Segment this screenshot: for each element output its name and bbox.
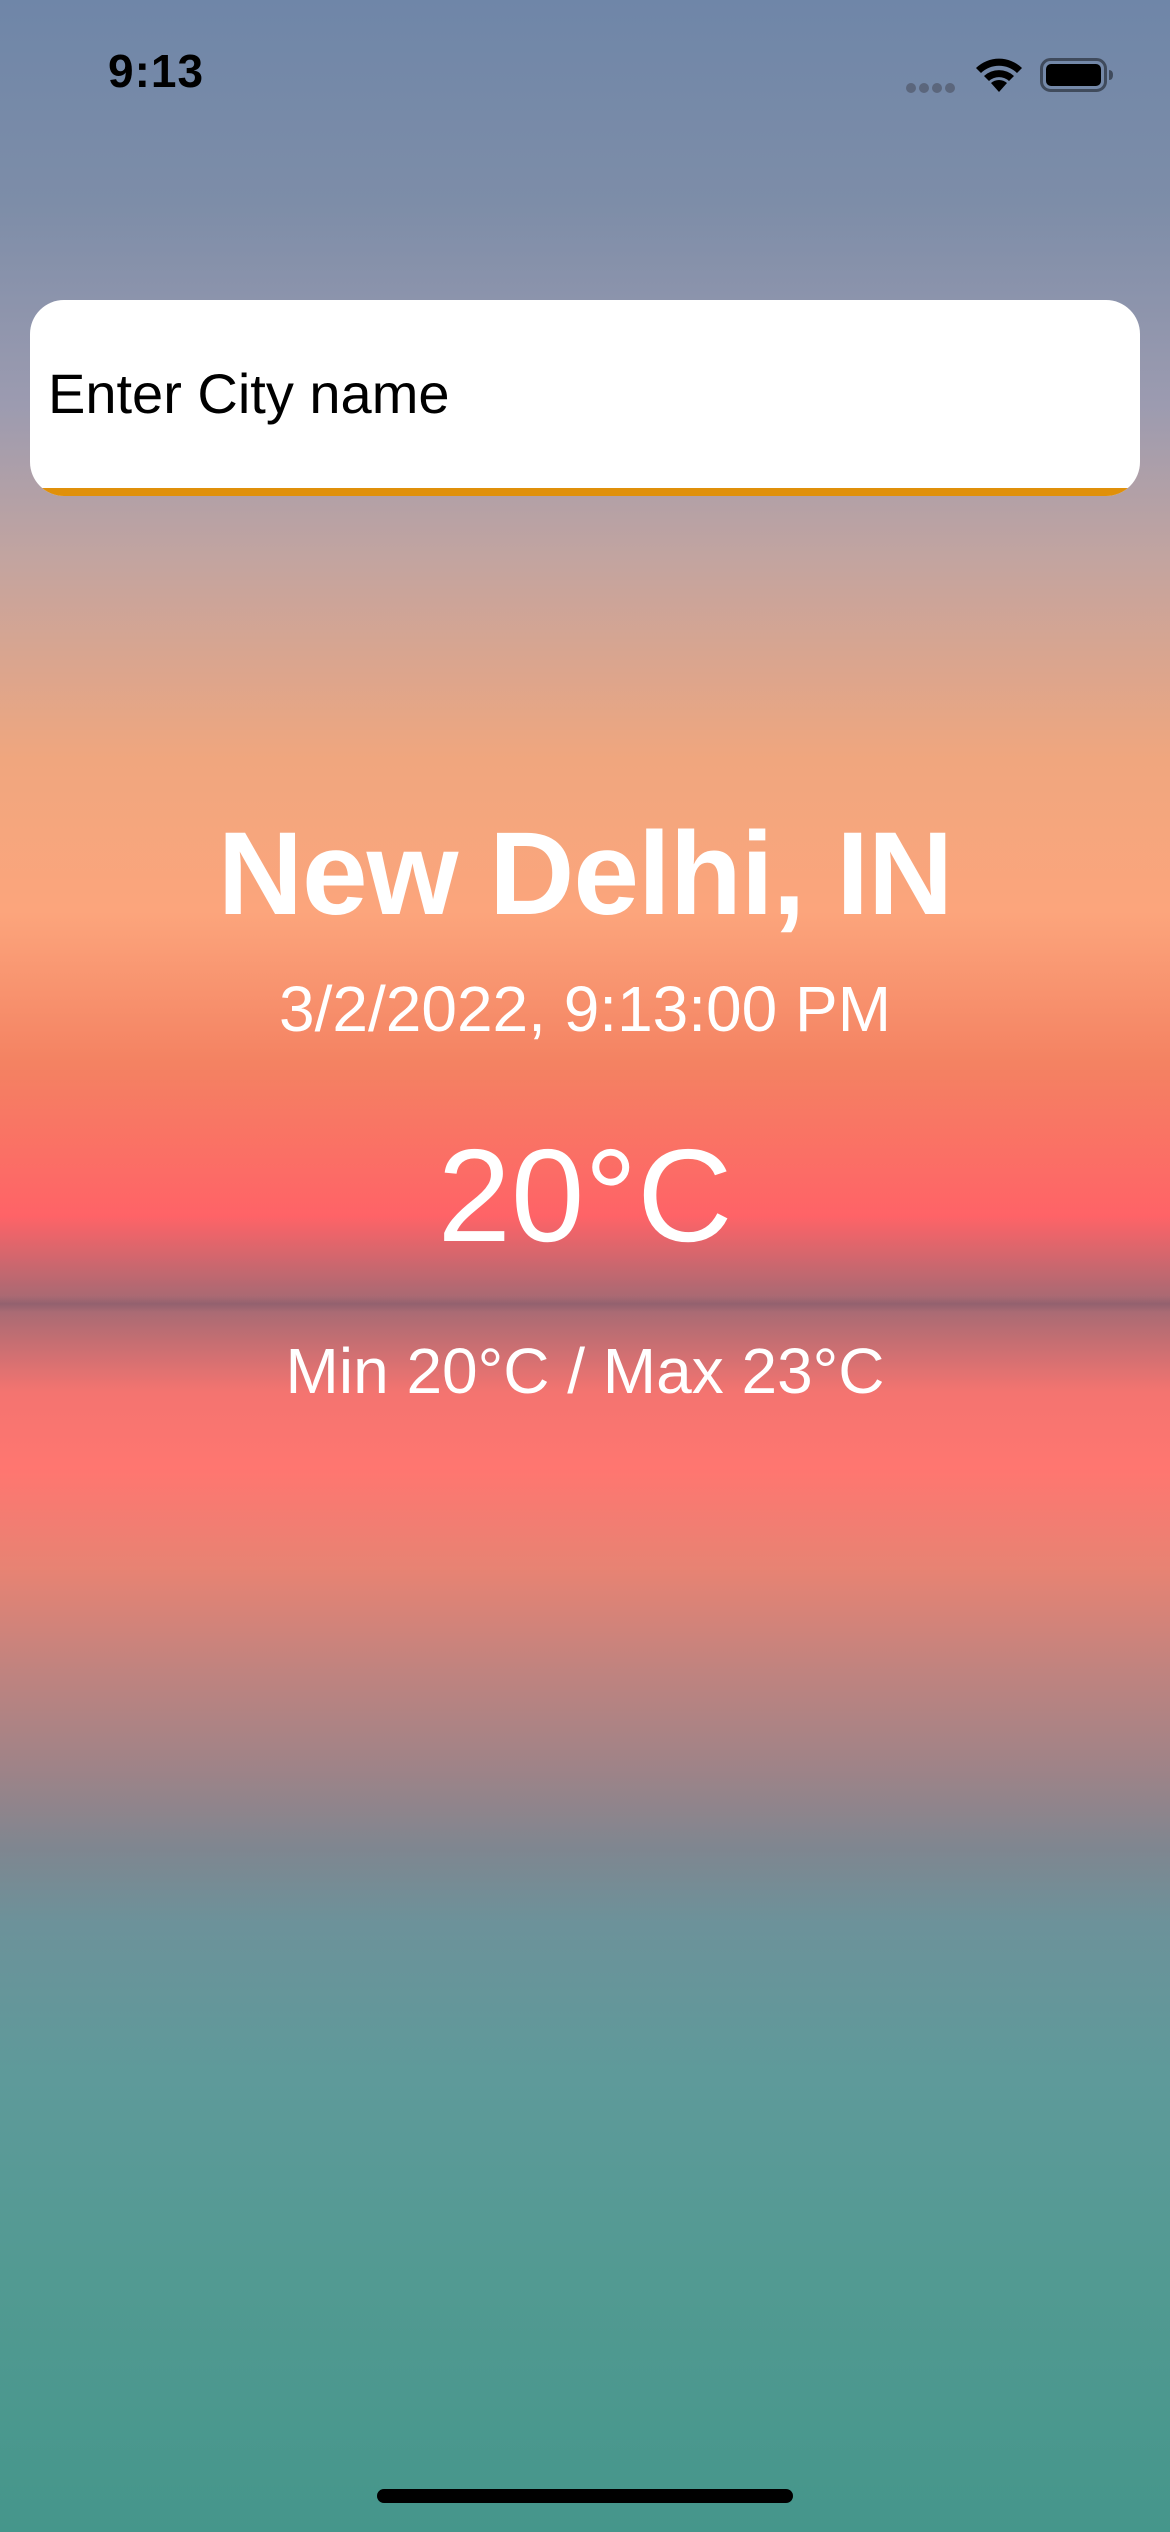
wifi-icon: [972, 54, 1026, 94]
background-horizon: [0, 1296, 1170, 1312]
battery-icon: [1040, 58, 1114, 92]
date-time: 3/2/2022, 9:13:00 PM: [279, 973, 891, 1045]
status-bar: 9:13: [0, 0, 1170, 150]
current-temperature: 20°C: [437, 1122, 733, 1269]
home-indicator[interactable]: [377, 2489, 793, 2503]
cellular-signal-icon: [906, 80, 958, 93]
city-name: New Delhi, IN: [217, 808, 953, 940]
city-search-box[interactable]: [30, 300, 1140, 496]
status-time: 9:13: [108, 45, 205, 97]
city-search-input[interactable]: [46, 350, 1110, 436]
search-underline: [30, 488, 1140, 496]
min-max-temperature: Min 20°C / Max 23°C: [285, 1335, 885, 1407]
